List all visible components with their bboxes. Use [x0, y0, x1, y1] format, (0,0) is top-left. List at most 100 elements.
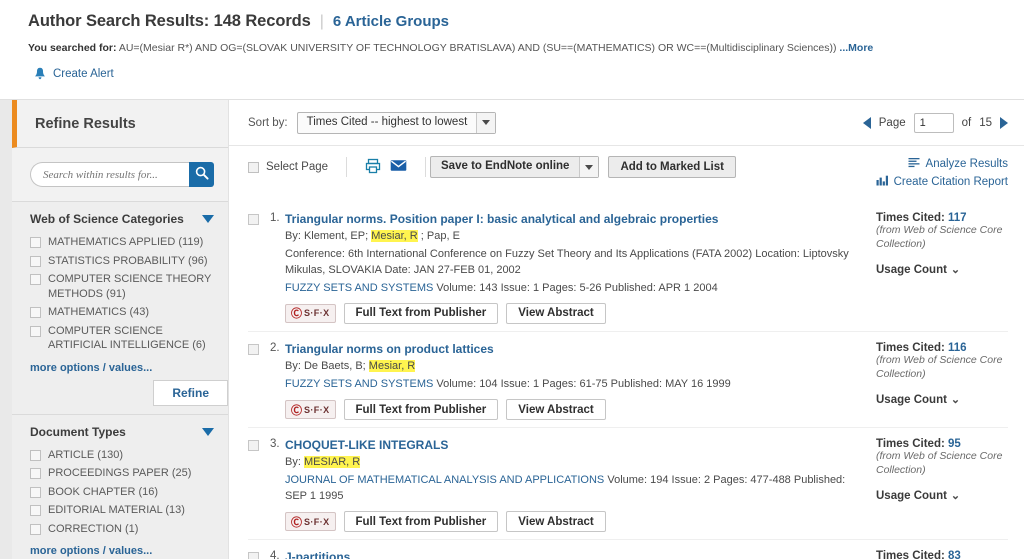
usage-count-toggle[interactable]: Usage Count ⌄	[876, 489, 1008, 503]
facet-checkbox[interactable]	[30, 486, 41, 498]
usage-count-toggle[interactable]: Usage Count ⌄	[876, 393, 1008, 407]
result-checkbox[interactable]	[248, 440, 259, 451]
title-divider: |	[319, 13, 324, 30]
usage-count-toggle[interactable]: Usage Count ⌄	[876, 263, 1008, 277]
facet-option[interactable]: COMPUTER SCIENCE THEORY METHODS (91)	[30, 272, 214, 301]
result-metrics: Times Cited: 117 (from Web of Science Co…	[876, 211, 1008, 324]
chevron-down-icon[interactable]	[202, 215, 214, 223]
add-to-marked-list-button[interactable]: Add to Marked List	[608, 156, 736, 178]
facet-document-types: Document Types ARTICLE (130) PROCEEDINGS…	[12, 414, 228, 559]
sfx-button[interactable]: Ⓒ S·F·X	[285, 303, 336, 323]
full-text-button[interactable]: Full Text from Publisher	[343, 302, 499, 324]
select-page-control[interactable]: Select Page	[248, 161, 346, 173]
result-checkbox[interactable]	[248, 343, 259, 355]
result-row: 3. CHOQUET-LIKE INTEGRALS By: MESIAR, R …	[248, 427, 1008, 539]
sfx-label: S·F·X	[304, 308, 330, 319]
result-action-buttons: Ⓒ S·F·X Full Text from Publisher View Ab…	[285, 399, 866, 420]
result-row: 2. Triangular norms on product lattices …	[248, 330, 1008, 427]
facet-option[interactable]: ARTICLE (130)	[30, 448, 214, 463]
search-button[interactable]	[189, 162, 214, 187]
facet-option[interactable]: PROCEEDINGS PAPER (25)	[30, 466, 214, 481]
facet-option[interactable]: MATHEMATICS (43)	[30, 305, 214, 320]
result-metrics: Times Cited: 83 (from Web of Science Cor…	[876, 549, 1008, 559]
facet-option[interactable]: COMPUTER SCIENCE ARTIFICIAL INTELLIGENCE…	[30, 324, 214, 353]
result-source-line: FUZZY SETS AND SYSTEMS Volume: 143 Issue…	[285, 281, 866, 297]
sfx-button[interactable]: Ⓒ S·F·X	[285, 512, 336, 531]
envelope-icon[interactable]	[390, 159, 407, 175]
result-title-link[interactable]: CHOQUET-LIKE INTEGRALS	[285, 438, 448, 452]
search-query-text: AU=(Mesiar R*) AND OG=(SLOVAK UNIVERSITY…	[118, 42, 837, 54]
facet-option[interactable]: STATISTICS PROBABILITY (96)	[30, 254, 214, 269]
result-action-buttons: Ⓒ S·F·X Full Text from Publisher View Ab…	[285, 302, 866, 324]
results-count-title: Author Search Results: 148 Records	[28, 12, 311, 30]
result-title-link[interactable]: J-partitions	[285, 550, 350, 559]
create-alert-label[interactable]: Create Alert	[53, 68, 114, 80]
facet-header[interactable]: Web of Science Categories	[30, 212, 214, 226]
page-number-input[interactable]	[913, 112, 954, 133]
times-cited-value[interactable]: 116	[948, 342, 967, 354]
result-source-details: Volume: 143 Issue: 1 Pages: 5-26 Publish…	[436, 282, 718, 294]
result-title-link[interactable]: Triangular norms on product lattices	[285, 342, 494, 356]
results-toolbar-top: Sort by: Times Cited -- highest to lowes…	[229, 100, 1024, 146]
facet-option-label: ARTICLE (130)	[48, 448, 123, 461]
facet-web-of-science-categories: Web of Science Categories MATHEMATICS AP…	[12, 202, 228, 415]
chevron-down-icon: ⌄	[950, 264, 961, 277]
more-options-link[interactable]: more options / values...	[30, 362, 214, 374]
triangle-right-icon[interactable]	[1000, 116, 1008, 129]
page-body: Refine Results Web of Science Categorie	[0, 100, 1024, 559]
view-abstract-button[interactable]: View Abstract	[506, 399, 606, 420]
analyze-results-button[interactable]: Analyze Results	[876, 157, 1008, 171]
times-cited-value[interactable]: 117	[948, 212, 967, 224]
refine-button[interactable]: Refine	[153, 379, 228, 406]
facet-checkbox[interactable]	[30, 307, 41, 319]
sfx-button[interactable]: Ⓒ S·F·X	[285, 400, 336, 419]
result-number: 3.	[270, 438, 280, 450]
facet-option[interactable]: MATHEMATICS APPLIED (119)	[30, 235, 214, 250]
by-label: By:	[285, 360, 301, 373]
highlighted-author: MESIAR, R	[303, 456, 361, 469]
times-cited-value[interactable]: 95	[948, 438, 961, 450]
refine-results-title: Refine Results	[35, 115, 136, 132]
create-citation-report-button[interactable]: Create Citation Report	[876, 175, 1008, 189]
more-options-link[interactable]: more options / values...	[30, 545, 214, 557]
more-query-link[interactable]: ...More	[839, 42, 873, 54]
facet-checkbox[interactable]	[30, 523, 41, 535]
times-cited: Times Cited: 117	[876, 212, 1008, 224]
page-total: 15	[979, 116, 992, 129]
times-cited-source: (from Web of Science Core Collection)	[876, 450, 1003, 476]
facet-checkbox[interactable]	[30, 468, 41, 480]
author-names: Klement, EP;	[303, 230, 369, 243]
facet-option[interactable]: BOOK CHAPTER (16)	[30, 485, 214, 500]
facet-checkbox[interactable]	[30, 449, 41, 461]
full-text-button[interactable]: Full Text from Publisher	[343, 399, 499, 420]
times-cited-value[interactable]: 83	[948, 550, 961, 559]
bar-chart-icon	[876, 175, 888, 189]
search-within-results	[12, 148, 228, 202]
full-text-button[interactable]: Full Text from Publisher	[343, 511, 499, 532]
result-checkbox[interactable]	[248, 214, 259, 225]
article-groups-link[interactable]: 6 Article Groups	[333, 13, 449, 30]
chevron-down-icon[interactable]	[202, 427, 214, 436]
result-content: CHOQUET-LIKE INTEGRALS By: MESIAR, R JOU…	[285, 437, 876, 532]
facet-checkbox[interactable]	[30, 274, 41, 286]
save-to-endnote-select[interactable]: Save to EndNote online	[430, 156, 600, 178]
sfx-logo-icon: Ⓒ	[291, 404, 302, 417]
print-icon[interactable]	[365, 158, 381, 177]
search-input[interactable]	[30, 162, 189, 187]
times-cited-source: (from Web of Science Core Collection)	[876, 353, 1003, 380]
result-title-link[interactable]: Triangular norms. Position paper I: basi…	[285, 212, 718, 226]
facet-header[interactable]: Document Types	[30, 425, 214, 439]
select-page-checkbox[interactable]	[248, 161, 259, 173]
create-alert-row[interactable]: Create Alert	[28, 67, 1004, 81]
facet-option[interactable]: EDITORIAL MATERIAL (13)	[30, 503, 214, 518]
facet-checkbox[interactable]	[30, 237, 41, 248]
view-abstract-button[interactable]: View Abstract	[506, 511, 606, 532]
view-abstract-button[interactable]: View Abstract	[506, 302, 606, 324]
facet-checkbox[interactable]	[30, 255, 41, 267]
triangle-left-icon[interactable]	[862, 116, 871, 129]
result-checkbox[interactable]	[248, 552, 259, 559]
sort-by-select[interactable]: Times Cited -- highest to lowest	[296, 111, 497, 134]
facet-checkbox[interactable]	[30, 325, 41, 337]
facet-option[interactable]: CORRECTION (1)	[30, 522, 214, 537]
facet-checkbox[interactable]	[30, 505, 41, 517]
